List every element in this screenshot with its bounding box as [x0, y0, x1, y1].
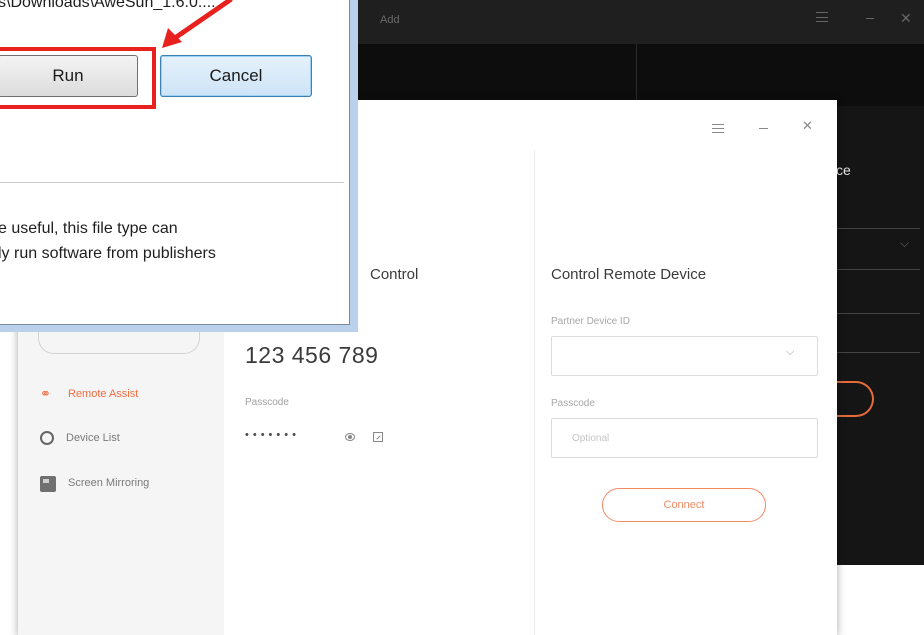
dark-window-header-band — [330, 44, 924, 106]
remote-passcode-input[interactable] — [551, 418, 818, 458]
device-list-icon — [40, 431, 54, 445]
menu-icon[interactable] — [816, 12, 828, 22]
chevron-down-icon: ⌵ — [786, 346, 795, 358]
dark-window-divider — [636, 44, 637, 106]
dialog-separator — [0, 182, 344, 183]
dark-window-title: Add — [380, 14, 400, 26]
control-remote-heading: Control Remote Device — [551, 266, 707, 283]
edit-icon[interactable] — [373, 432, 383, 442]
close-icon[interactable]: ✕ — [802, 118, 813, 134]
sidebar-item-label: Remote Assist — [68, 388, 139, 400]
minimize-icon[interactable] — [866, 18, 874, 19]
menu-icon[interactable] — [712, 124, 724, 133]
device-id: 123 456 789 — [245, 342, 379, 368]
screen-mirroring-icon — [40, 476, 56, 492]
sidebar-item-remote-assist[interactable]: ⚭ Remote Assist — [40, 384, 138, 404]
dark-window-titlebar: Add ✕ — [330, 0, 924, 44]
partner-device-id-label: Partner Device ID — [551, 316, 630, 327]
column-divider — [534, 150, 535, 635]
cancel-button[interactable]: Cancel — [160, 55, 312, 97]
sidebar-item-screen-mirroring[interactable]: Screen Mirroring — [40, 473, 149, 493]
dark-window-heading: ce — [836, 162, 851, 178]
chevron-down-icon: ⌵ — [900, 236, 910, 250]
sidebar-item-device-list[interactable]: Device List — [40, 428, 120, 448]
connect-button[interactable]: Connect — [602, 488, 766, 522]
passcode-label: Passcode — [245, 397, 289, 408]
passcode-value: ••••••• — [245, 429, 300, 441]
allow-control-heading: Control — [370, 266, 419, 283]
annotation-arrow-icon — [162, 0, 233, 48]
close-icon[interactable]: ✕ — [900, 10, 912, 27]
warning-text-line-2: ly run software from publishers — [0, 245, 216, 262]
partner-device-id-select[interactable] — [551, 336, 818, 376]
sidebar-item-label: Screen Mirroring — [68, 477, 150, 489]
annotation-highlight-box — [0, 47, 156, 109]
dark-passcode-input[interactable] — [836, 313, 920, 353]
sidebar-item-label: Device List — [66, 432, 120, 444]
remote-assist-icon: ⚭ — [40, 386, 51, 401]
remote-passcode-label: Passcode — [551, 398, 595, 409]
minimize-icon[interactable] — [759, 128, 768, 129]
eye-icon[interactable] — [345, 433, 355, 441]
warning-text-line-1: e useful, this file type can — [0, 220, 178, 237]
